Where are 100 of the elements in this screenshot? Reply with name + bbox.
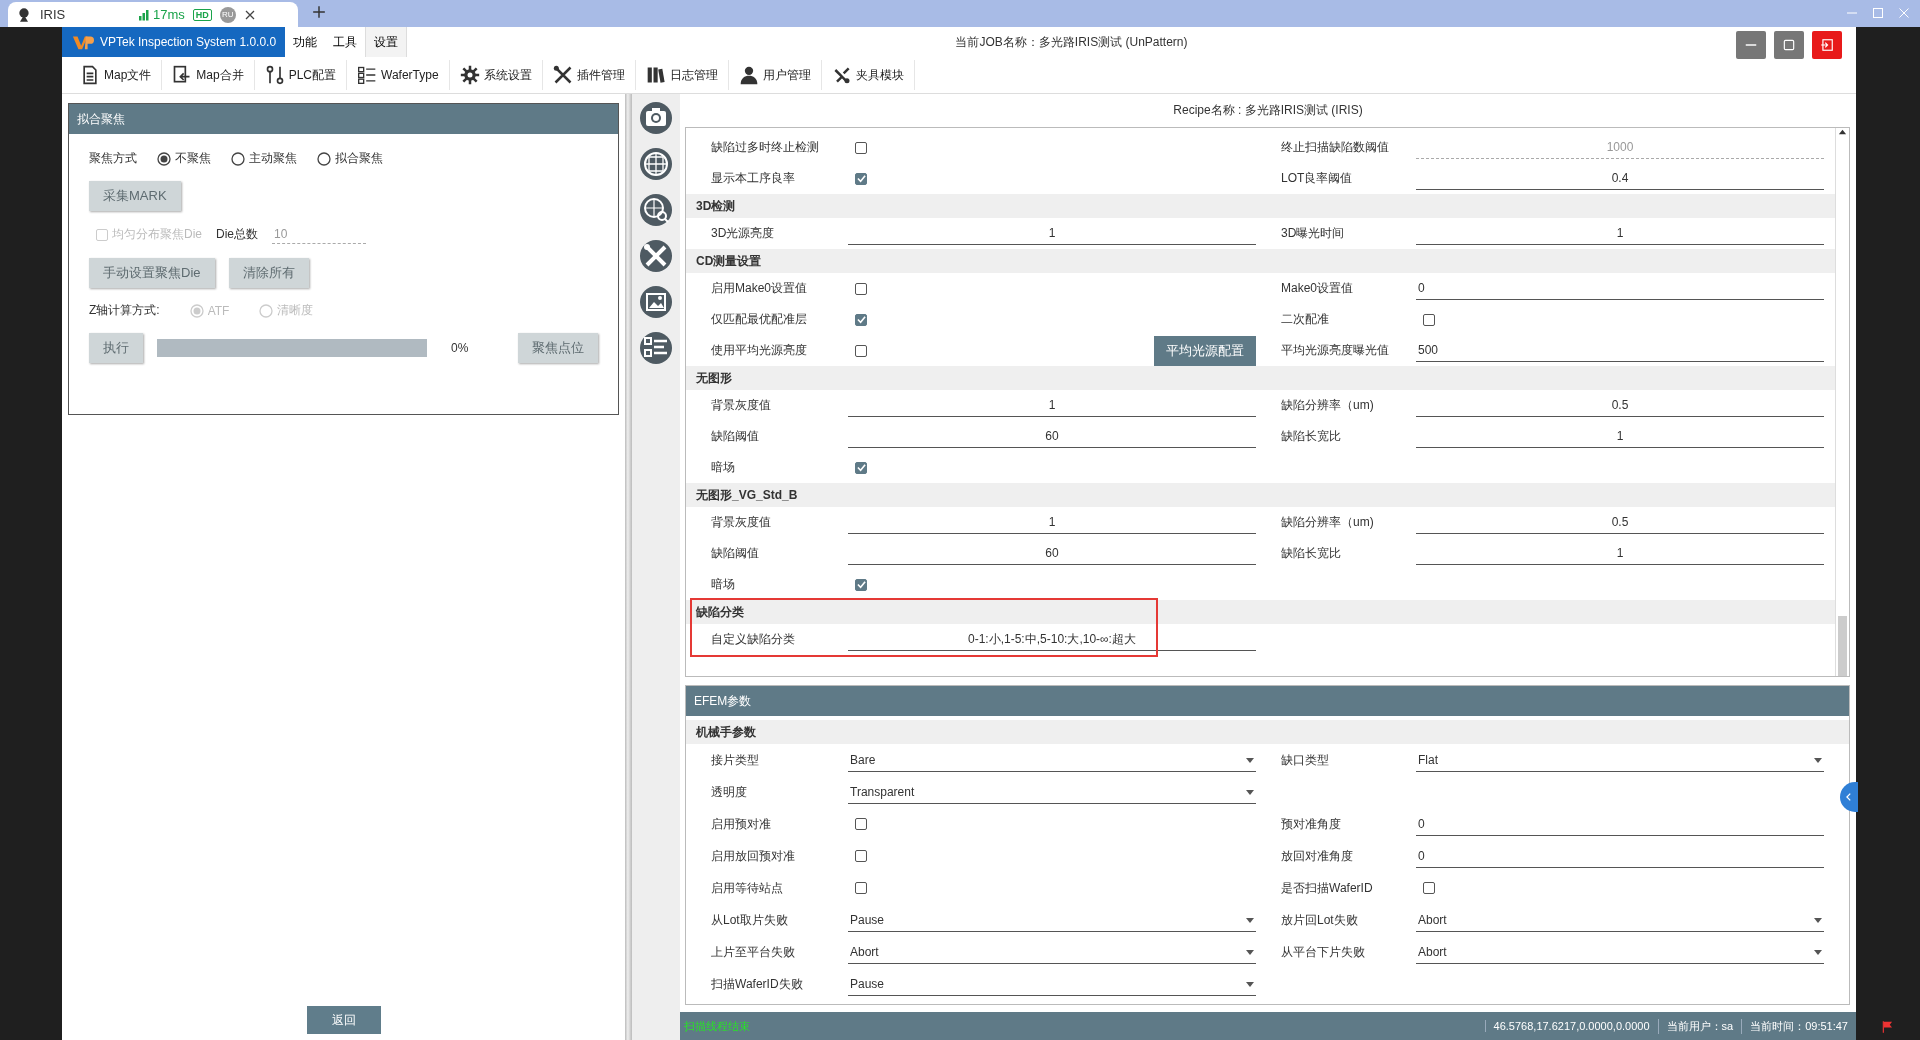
back-button[interactable]: 返回 [306,1006,381,1034]
input-field[interactable]: 1 [1416,425,1824,448]
close-icon [243,8,256,21]
toolbar-button[interactable]: 系统设置 [449,60,543,90]
section-header: 机械手参数 [686,720,1849,744]
toolbar-button[interactable]: 用户管理 [728,60,822,90]
manual-die-button[interactable]: 手动设置聚焦Die [89,258,215,288]
input-field[interactable]: 1 [1416,222,1824,245]
hd-badge: HD [192,8,212,21]
checkbox[interactable] [1423,882,1435,894]
field-label: 缺陷长宽比 [1281,428,1342,445]
caret-icon [1246,979,1254,988]
dropdown[interactable]: Flat [1416,748,1824,772]
field-label: 接片类型 [711,751,760,769]
input-field[interactable]: 0 [1416,277,1824,300]
dropdown[interactable]: Abort [848,940,1256,964]
checkbox[interactable] [855,850,867,862]
checkbox[interactable] [855,282,867,295]
checkbox[interactable] [855,461,867,474]
checkbox[interactable] [855,578,867,591]
field-label: 从Lot取片失败 [711,911,789,929]
tools-icon [552,65,573,85]
capture-mark-button[interactable]: 采集MARK [89,181,181,211]
dropdown[interactable]: Transparent [848,780,1256,804]
section-header: 缺陷分类 [686,600,1835,624]
field-label: 暗场 [711,459,736,476]
field-label: 从平台下片失败 [1281,943,1366,961]
maximize-icon [1872,7,1884,19]
checkbox[interactable] [855,141,867,154]
toolbar-button[interactable]: Map文件 [70,60,163,90]
field-label: 缺陷过多时终止检测 [711,139,820,156]
radio-label: ATF [207,303,230,318]
scrollbar-thumb[interactable] [1838,616,1847,676]
toolbar-button[interactable]: WaferType [347,60,450,90]
tools-icon[interactable] [640,240,672,272]
checkbox[interactable] [855,172,867,185]
collapse-handle[interactable] [1840,782,1858,812]
checkbox[interactable] [855,344,867,357]
field-label: Z轴计算方式: [89,302,160,319]
dropdown[interactable]: Abort [1416,940,1824,964]
input-field[interactable]: 0-1:小,1-5:中,5-10:大,10-∞:超大 [848,628,1256,651]
section-header: CD测量设置 [686,249,1835,273]
field-label: LOT良率阈值 [1281,170,1354,187]
radio-label: 拟合聚焦 [335,150,383,167]
menu-item[interactable]: 设置 [365,27,407,57]
close-icon [1898,7,1910,19]
input-field[interactable]: 1 [848,222,1256,245]
radio-button[interactable] [317,151,331,166]
input-field[interactable]: 1 [848,511,1256,534]
toolbar-button[interactable]: 夹具模块 [821,60,915,90]
input-field[interactable]: 60 [848,542,1256,565]
wafer-grid-icon[interactable] [640,148,672,180]
toolbar-button[interactable]: 日志管理 [635,60,729,90]
connector-icon [264,65,285,85]
signal-icon [138,8,150,21]
input-field[interactable]: 1 [848,394,1256,417]
clear-button[interactable]: 清除所有 [228,258,309,288]
caret-icon [1814,947,1822,956]
run-button[interactable]: 执行 [89,333,143,363]
image-icon[interactable] [640,286,672,318]
toolbar-button[interactable]: Map合并 [162,60,255,90]
checklist-icon[interactable] [640,332,672,364]
dropdown[interactable]: Pause [848,908,1256,932]
input-field[interactable]: 0 [1416,812,1824,836]
radio-button[interactable] [231,151,245,166]
checkbox[interactable] [855,882,867,894]
input-field[interactable]: 0.4 [1416,167,1824,190]
checkbox-label: 均匀分布聚焦Die [112,226,202,243]
checkbox[interactable] [855,818,867,830]
dropdown[interactable]: Pause [848,972,1256,996]
exit-button[interactable] [1812,31,1842,59]
toolbar-button[interactable]: 插件管理 [542,60,636,90]
panel-header: EFEM参数 [686,686,1849,716]
input-field[interactable]: 0.5 [1416,394,1824,417]
tab-title: IRIS [40,7,67,22]
input-field[interactable]: 1 [1416,542,1824,565]
input-field[interactable]: 0.5 [1416,511,1824,534]
config-button[interactable]: 平均光源配置 [1154,335,1256,366]
input-field[interactable]: 500 [1416,339,1824,362]
field-label: 仅匹配最优配准层 [711,311,808,328]
toolbar-button[interactable]: PLC配置 [254,60,348,90]
input-field[interactable]: 0 [1416,844,1824,868]
checkbox[interactable] [1423,313,1435,326]
minimize-button[interactable] [1736,31,1766,59]
dropdown[interactable]: Abort [1416,908,1824,932]
maximize-button[interactable] [1774,31,1804,59]
browser-tab[interactable]: IRIS 17ms HD RU [8,2,298,27]
field-label: 预对准角度 [1281,815,1342,833]
wafer-search-icon[interactable] [640,194,672,226]
flag-icon [1881,1020,1895,1034]
camera-icon[interactable] [640,102,672,134]
field-label: 启用放回预对准 [711,847,796,865]
input-field[interactable]: 60 [848,425,1256,448]
field-label: 缺陷阈值 [711,545,760,562]
radio-button[interactable] [157,151,171,166]
checkbox[interactable] [855,313,867,326]
dropdown[interactable]: Bare [848,748,1256,772]
field-label: 扫描WaferID失败 [711,975,804,993]
field-label: 放片回Lot失败 [1281,911,1359,929]
focus-points-button[interactable]: 聚焦点位 [518,333,598,363]
